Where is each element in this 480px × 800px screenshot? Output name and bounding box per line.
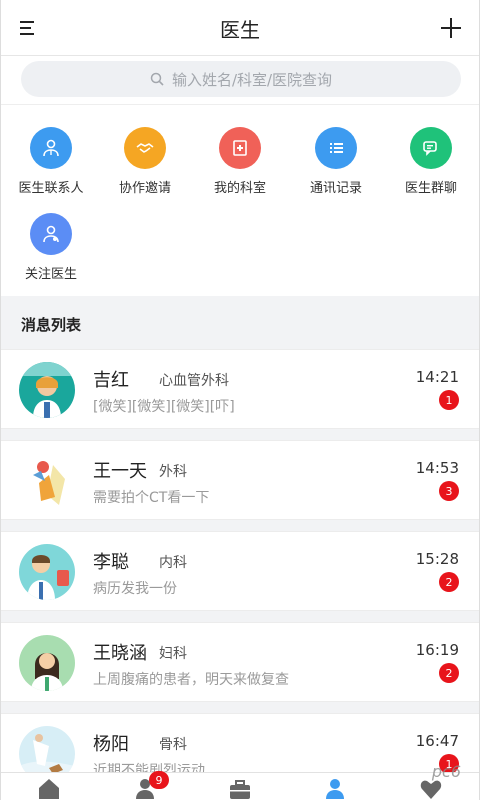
quick-action-label: 协作邀请 (118, 181, 171, 196)
contact-name: 李聪 (93, 552, 129, 573)
quick-actions: 医生联系人 协作邀请 我的科室 通讯记录 医生群聊 关注医生 (1, 104, 479, 296)
section-title: 消息列表 (21, 316, 82, 334)
page-title: 医生 (220, 18, 260, 42)
message-time: 14:53 (415, 459, 459, 477)
department-icon (219, 127, 261, 169)
search-input[interactable]: 输入姓名/科室/医院查询 (21, 61, 461, 97)
message-preview: 需要拍个CT看一下 (93, 490, 210, 506)
tab-doctors[interactable] (315, 777, 355, 800)
contact-department: 内科 (159, 555, 187, 571)
message-item[interactable]: 吉红 心血管外科 [微笑][微笑][微笑][吓] 14:21 1 (1, 349, 479, 429)
avatar (19, 544, 75, 600)
quick-action-doctor-contacts[interactable]: 医生联系人 (3, 127, 99, 196)
quick-action-follow-doctor[interactable]: 关注医生 (3, 213, 99, 282)
contact-name: 杨阳 (93, 734, 129, 755)
briefcase-icon (230, 780, 250, 799)
quick-action-invite[interactable]: 协作邀请 (97, 127, 193, 196)
unread-badge: 1 (439, 390, 459, 410)
handshake-icon (124, 127, 166, 169)
quick-action-label: 我的科室 (213, 181, 266, 196)
unread-badge: 3 (439, 481, 459, 501)
app-root: 医生 输入姓名/科室/医院查询 医生联系人 协作邀请 我的科室 通讯记录 医生群… (0, 0, 480, 800)
message-preview: 上周腹痛的患者，明天来做复查 (93, 672, 289, 688)
quick-action-label: 医生联系人 (18, 181, 84, 196)
search-icon (150, 72, 164, 86)
contact-department: 心血管外科 (159, 373, 229, 389)
group-chat-icon (410, 127, 452, 169)
message-time: 14:21 (415, 368, 459, 386)
avatar (19, 453, 75, 509)
watermark: pc6 (431, 762, 461, 781)
quick-action-label: 关注医生 (24, 267, 77, 282)
unread-badge: 2 (439, 663, 459, 683)
doctor-icon (326, 779, 344, 799)
follow-doctor-icon (30, 213, 72, 255)
top-bar: 医生 (1, 0, 479, 56)
contact-name: 王一天 (93, 461, 147, 482)
search-area: 输入姓名/科室/医院查询 (1, 56, 479, 104)
unread-badge: 9 (149, 771, 169, 789)
quick-action-label: 医生群聊 (404, 181, 457, 196)
bottom-tab-bar: 9 (1, 771, 479, 800)
message-time: 16:19 (415, 641, 459, 659)
quick-action-group-chat[interactable]: 医生群聊 (383, 127, 479, 196)
contact-department: 外科 (159, 464, 187, 480)
tab-work[interactable] (220, 777, 260, 800)
doctor-contact-icon (30, 127, 72, 169)
contact-name: 王晓涵 (93, 643, 147, 664)
contact-department: 妇科 (159, 646, 187, 662)
message-item[interactable]: 王一天 外科 需要拍个CT看一下 14:53 3 (1, 440, 479, 520)
message-item[interactable]: 王晓涵 妇科 上周腹痛的患者，明天来做复查 16:19 2 (1, 622, 479, 702)
quick-action-label: 通讯记录 (309, 181, 362, 196)
avatar (19, 635, 75, 691)
tab-home[interactable] (29, 777, 69, 800)
quick-action-call-log[interactable]: 通讯记录 (288, 127, 384, 196)
message-time: 15:28 (415, 550, 459, 568)
plus-icon[interactable] (435, 12, 467, 44)
message-preview: 病历发我一份 (93, 581, 177, 597)
search-placeholder: 输入姓名/科室/医院查询 (171, 70, 333, 89)
message-list-header: 消息列表 (1, 298, 479, 348)
message-item[interactable]: 李聪 内科 病历发我一份 15:28 2 (1, 531, 479, 611)
message-time: 16:47 (415, 732, 459, 750)
quick-action-department[interactable]: 我的科室 (192, 127, 288, 196)
tab-patients[interactable]: 9 (125, 771, 169, 800)
message-preview: [微笑][微笑][微笑][吓] (93, 399, 235, 415)
contact-name: 吉红 (93, 370, 129, 391)
home-icon (39, 779, 59, 799)
contact-department: 骨科 (159, 737, 187, 753)
avatar (19, 362, 75, 418)
list-icon (315, 127, 357, 169)
unread-badge: 2 (439, 572, 459, 592)
